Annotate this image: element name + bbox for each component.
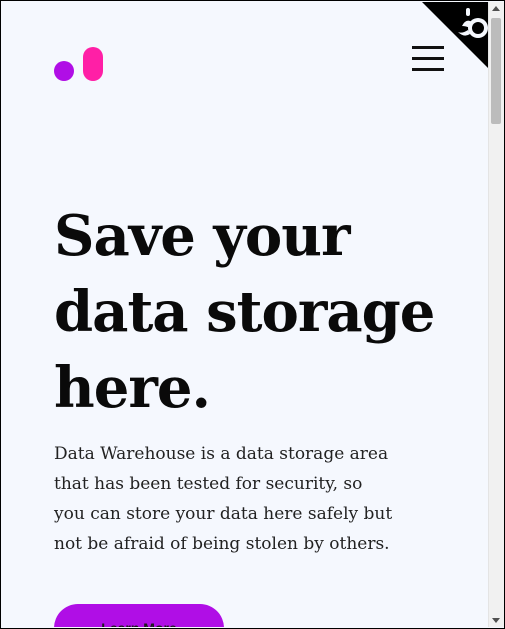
logo-dot [54,61,74,81]
hero-description: Data Warehouse is a data storage area th… [54,444,393,554]
hero-title-line-1: Save your [54,203,350,269]
hero-title-line-2: data storage [54,279,435,345]
octocat-face [472,22,484,34]
logo-icon[interactable] [54,47,106,83]
logo-bar [83,47,103,81]
learn-more-button[interactable]: Learn More [54,604,224,627]
browser-frame: Save your data storage here. Data Wareho… [0,0,505,629]
hero-title-line-3: here. [54,355,211,421]
page-viewport: Save your data storage here. Data Wareho… [2,2,488,627]
scrollbar-thumb[interactable] [491,18,501,124]
hero-title: Save your data storage here. [54,198,454,426]
github-corner-icon[interactable] [422,2,488,70]
scroll-up-arrow-icon[interactable] [492,6,500,11]
vertical-scrollbar[interactable] [488,2,504,627]
scroll-down-arrow-icon[interactable] [492,618,500,623]
